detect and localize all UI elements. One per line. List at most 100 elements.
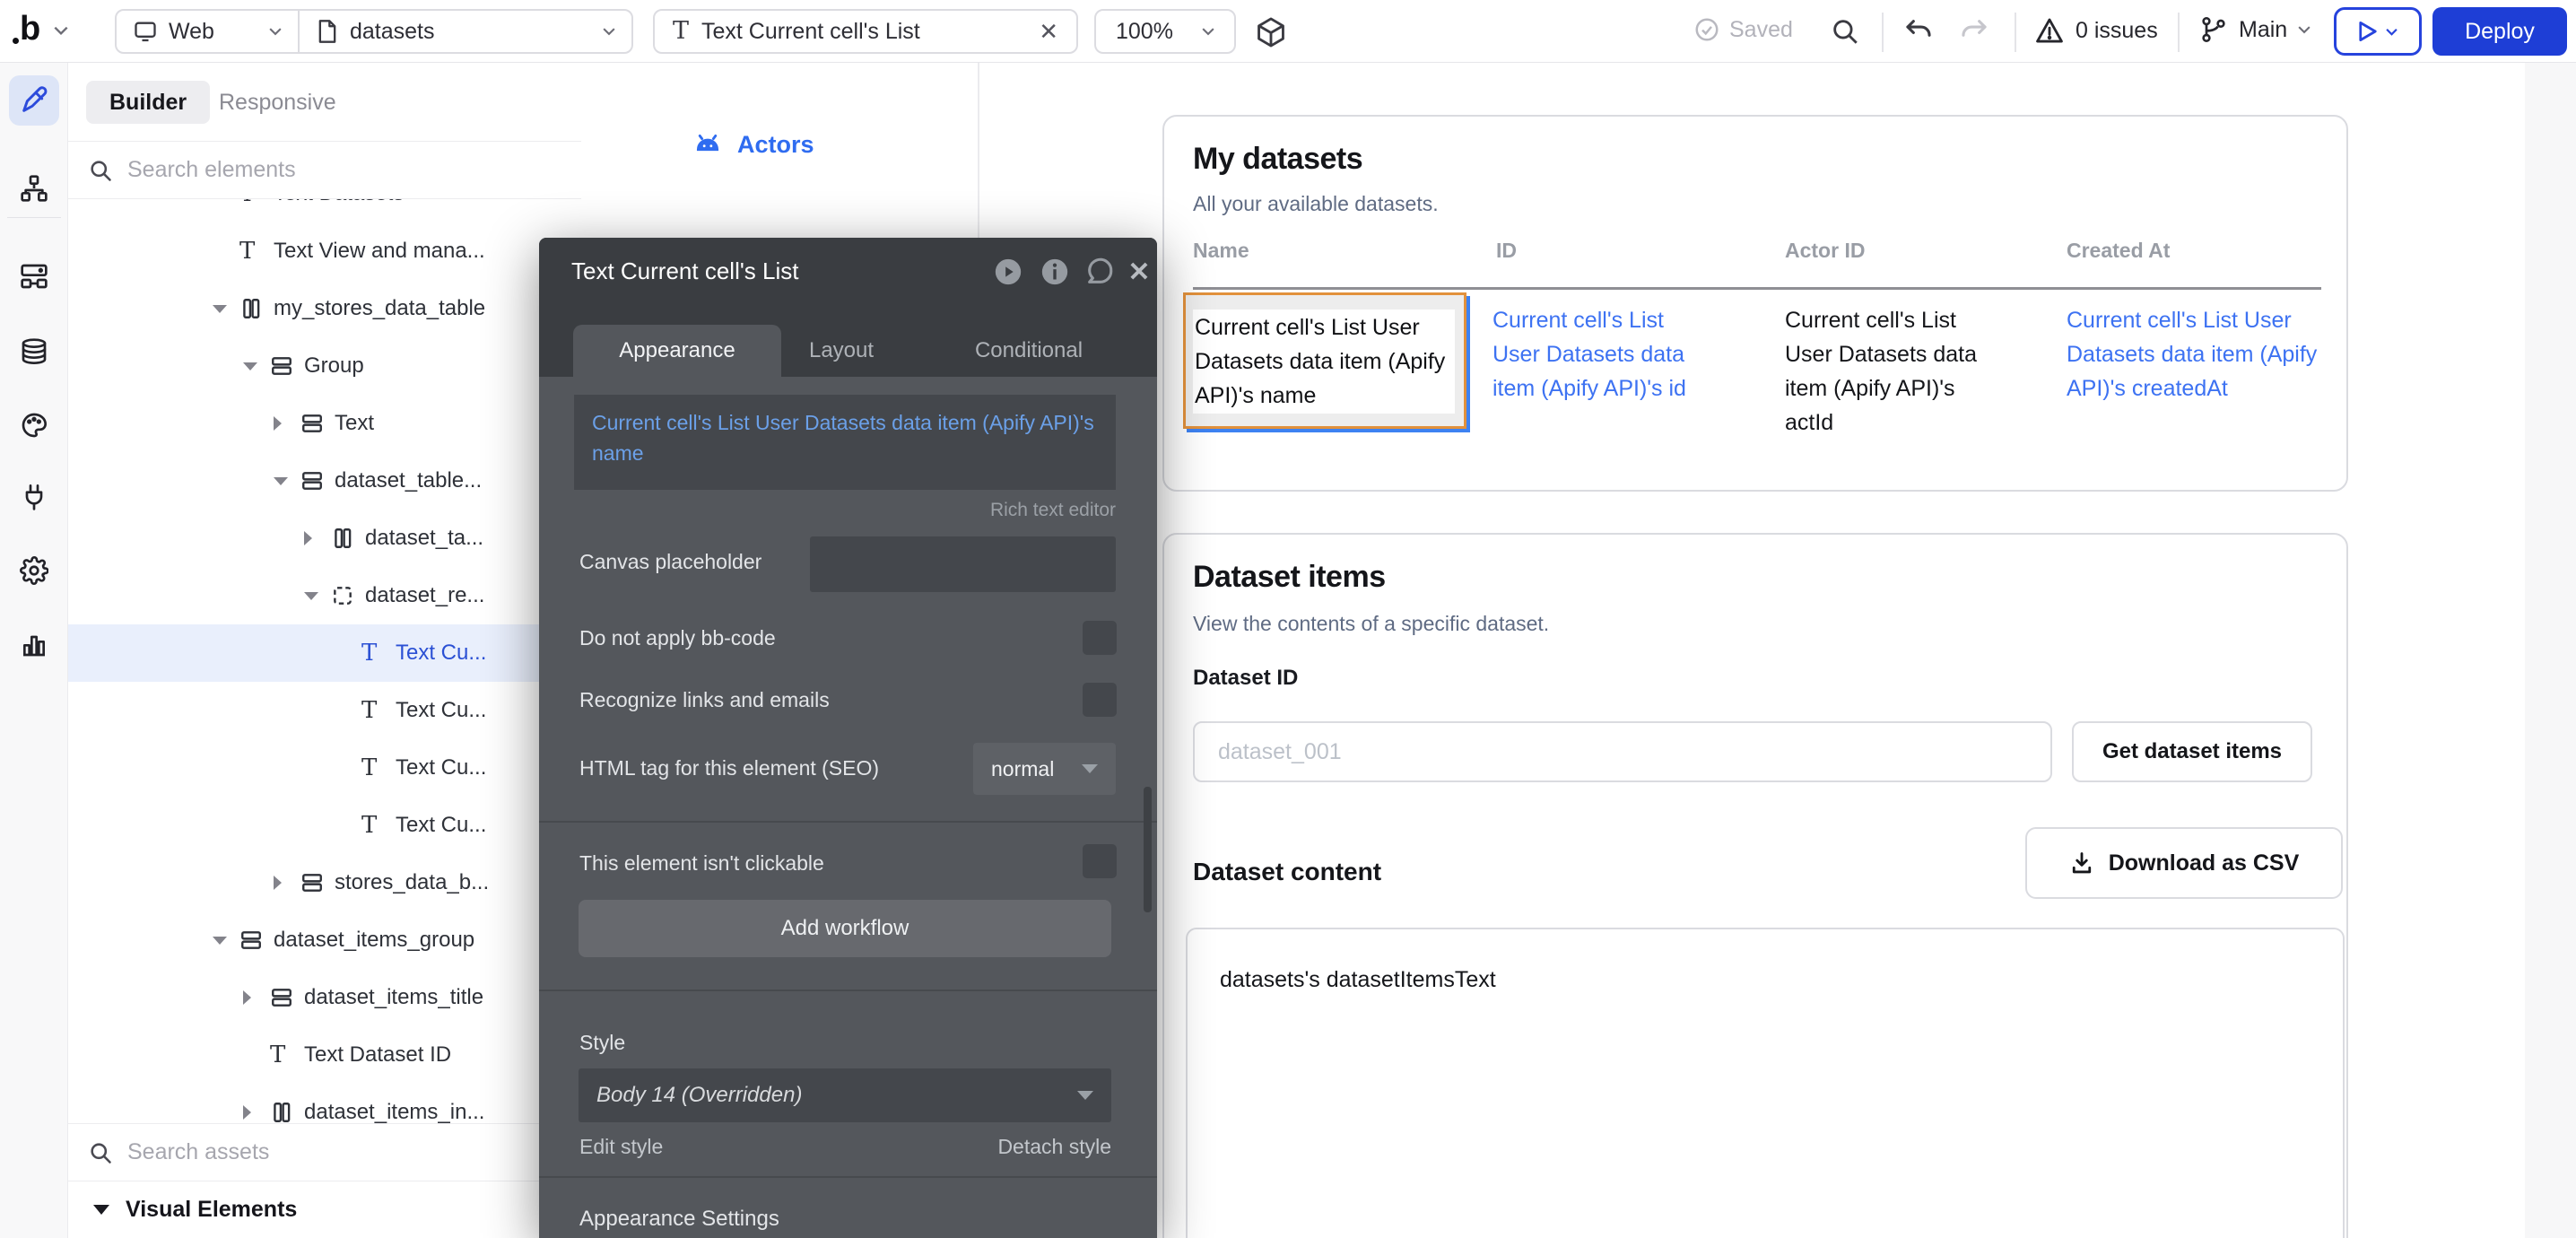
not-clickable-checkbox[interactable] xyxy=(1083,844,1117,878)
caret-right-icon[interactable] xyxy=(274,876,300,890)
dataset-id-input[interactable] xyxy=(1193,721,2052,782)
rail-workflow sitemap-icon[interactable] xyxy=(9,163,59,214)
platform-page-control: Web datasets xyxy=(115,9,633,54)
rail-styles palette-icon[interactable] xyxy=(9,400,59,450)
caret-right-icon[interactable] xyxy=(243,1105,270,1120)
table-cell-created-at[interactable]: Current cell's List User Datasets data i… xyxy=(2067,303,2327,405)
download-icon xyxy=(2069,850,2094,876)
search-icon[interactable] xyxy=(1830,16,1860,47)
tree-item-text-cu-8[interactable]: TText Cu... xyxy=(68,624,581,682)
tree-item-text-datasets-0[interactable]: TText Datasets xyxy=(68,199,581,222)
rail-design pencil-icon[interactable] xyxy=(9,75,59,126)
edit-style-link[interactable]: Edit style xyxy=(579,1135,663,1159)
chevron-down-icon[interactable] xyxy=(54,25,68,36)
rich-text-editor-link[interactable]: Rich text editor xyxy=(990,500,1116,521)
tree-item-text-cu-9[interactable]: TText Cu... xyxy=(68,682,581,739)
bubble-logo[interactable]: b xyxy=(20,10,40,48)
chevron-down-icon xyxy=(1202,27,1214,36)
caret-right-icon[interactable] xyxy=(243,990,270,1005)
tree-item-dataset-items-group-13[interactable]: dataset_items_group xyxy=(68,911,581,969)
tree-item-dataset-items-in-16[interactable]: dataset_items_in... xyxy=(68,1084,581,1123)
caret-down-icon[interactable] xyxy=(304,592,331,600)
recognize-links-checkbox[interactable] xyxy=(1083,683,1117,717)
redo-icon[interactable] xyxy=(1959,16,1989,47)
run-icon[interactable] xyxy=(992,256,1024,288)
deploy-button[interactable]: Deploy xyxy=(2432,7,2567,56)
info-icon[interactable] xyxy=(1039,256,1071,288)
search-elements-input[interactable] xyxy=(127,157,504,183)
rail-components components-icon[interactable] xyxy=(9,251,59,301)
caret-down-icon[interactable] xyxy=(274,477,300,485)
zoom-control[interactable]: 100% xyxy=(1094,9,1236,54)
tree-item-dataset-table-5[interactable]: dataset_table... xyxy=(68,452,581,510)
selected-text-element[interactable]: Current cell's List User Datasets data i… xyxy=(1183,292,1466,429)
text-content-editor[interactable]: Current cell's List User Datasets data i… xyxy=(574,395,1116,490)
tree-item-text-4[interactable]: Text xyxy=(68,395,581,452)
style-select[interactable]: Body 14 (Overridden) xyxy=(579,1068,1111,1122)
tree-item-text-cu-10[interactable]: TText Cu... xyxy=(68,739,581,797)
rail-data database-icon[interactable] xyxy=(9,327,59,377)
tree-item-stores-data-b-12[interactable]: stores_data_b... xyxy=(68,854,581,911)
add-workflow-button[interactable]: Add workflow xyxy=(579,900,1111,957)
page-select[interactable]: datasets xyxy=(300,11,631,52)
tree-item-dataset-items-title-14[interactable]: dataset_items_title xyxy=(68,969,581,1026)
detach-style-link[interactable]: Detach style xyxy=(997,1135,1111,1159)
inspector-scrollbar[interactable] xyxy=(1144,787,1152,912)
canvas-placeholder-input[interactable] xyxy=(810,536,1116,592)
bb-code-checkbox[interactable] xyxy=(1083,621,1117,655)
close-icon[interactable]: ✕ xyxy=(1039,18,1058,46)
preview-button play-icon[interactable] xyxy=(2334,7,2422,56)
inspector-header[interactable]: Text Current cell's List ✕ xyxy=(539,238,1157,307)
tab-responsive[interactable]: Responsive xyxy=(219,81,336,124)
element-tab[interactable]: T Text Current cell's List ✕ xyxy=(653,9,1078,54)
tree-item-label: Text Dataset ID xyxy=(304,1042,451,1068)
caret-right-icon[interactable] xyxy=(274,416,300,431)
html-tag-label: HTML tag for this element (SEO) xyxy=(579,756,879,780)
tree-item-label: Text Cu... xyxy=(396,641,486,666)
search-elements-row xyxy=(68,142,581,199)
tab-conditional[interactable]: Conditional xyxy=(962,325,1096,377)
recognize-links-label: Recognize links and emails xyxy=(579,688,830,712)
package-icon[interactable] xyxy=(1254,15,1288,49)
tab-appearance[interactable]: Appearance xyxy=(573,325,781,377)
close-icon[interactable]: ✕ xyxy=(1123,256,1155,288)
download-csv-button[interactable]: Download as CSV xyxy=(2025,827,2343,899)
button-label: Add workflow xyxy=(781,916,909,941)
rail-settings gear-icon[interactable] xyxy=(9,545,59,596)
issues-indicator[interactable]: 0 issues xyxy=(2034,15,2158,46)
tree-item-text-view-and-mana-1[interactable]: TText View and mana... xyxy=(68,222,581,280)
undo-icon[interactable] xyxy=(1903,16,1934,47)
nav-item-actors[interactable]: Actors xyxy=(692,129,814,160)
get-dataset-items-button[interactable]: Get dataset items xyxy=(2072,721,2312,782)
platform-select[interactable]: Web xyxy=(117,11,298,52)
branch-selector[interactable]: Main xyxy=(2199,15,2311,44)
tab-layout[interactable]: Layout xyxy=(774,325,909,377)
tab-builder[interactable]: Builder xyxy=(86,81,210,124)
tree-item-text-cu-11[interactable]: TText Cu... xyxy=(68,797,581,854)
tree-item-dataset-re-7[interactable]: dataset_re... xyxy=(68,567,581,624)
table-cell-id[interactable]: Current cell's List User Datasets data i… xyxy=(1493,303,1712,405)
tree-item-label: Text Cu... xyxy=(396,698,486,723)
tree-item-label: stores_data_b... xyxy=(335,870,489,895)
rail-logs chart-icon[interactable] xyxy=(9,619,59,669)
search-assets-input[interactable] xyxy=(127,1139,504,1165)
caret-right-icon[interactable] xyxy=(304,531,331,545)
tree-item-dataset-ta-6[interactable]: dataset_ta... xyxy=(68,510,581,567)
column-header-actor-id: Actor ID xyxy=(1785,239,1865,263)
rail-plugins plug-icon[interactable] xyxy=(9,472,59,522)
columns-element-icon xyxy=(270,1101,302,1123)
caret-down-icon[interactable] xyxy=(243,362,270,371)
tree-item-group-3[interactable]: Group xyxy=(68,337,581,395)
repeating-element-icon xyxy=(331,584,363,607)
tree-item-text-dataset-id-15[interactable]: TText Dataset ID xyxy=(68,1026,581,1084)
text-element-icon: T xyxy=(361,641,394,665)
text-element-icon: T xyxy=(239,199,272,205)
tree-item-label: my_stores_data_table xyxy=(274,296,485,321)
divider xyxy=(2178,13,2180,52)
caret-down-icon[interactable] xyxy=(213,305,239,313)
caret-down-icon[interactable] xyxy=(213,937,239,945)
html-tag-select[interactable]: normal xyxy=(973,743,1116,795)
tree-item-my-stores-data-table-2[interactable]: my_stores_data_table xyxy=(68,280,581,337)
visual-elements-section[interactable]: Visual Elements xyxy=(68,1181,581,1238)
comment-icon[interactable] xyxy=(1083,256,1116,288)
